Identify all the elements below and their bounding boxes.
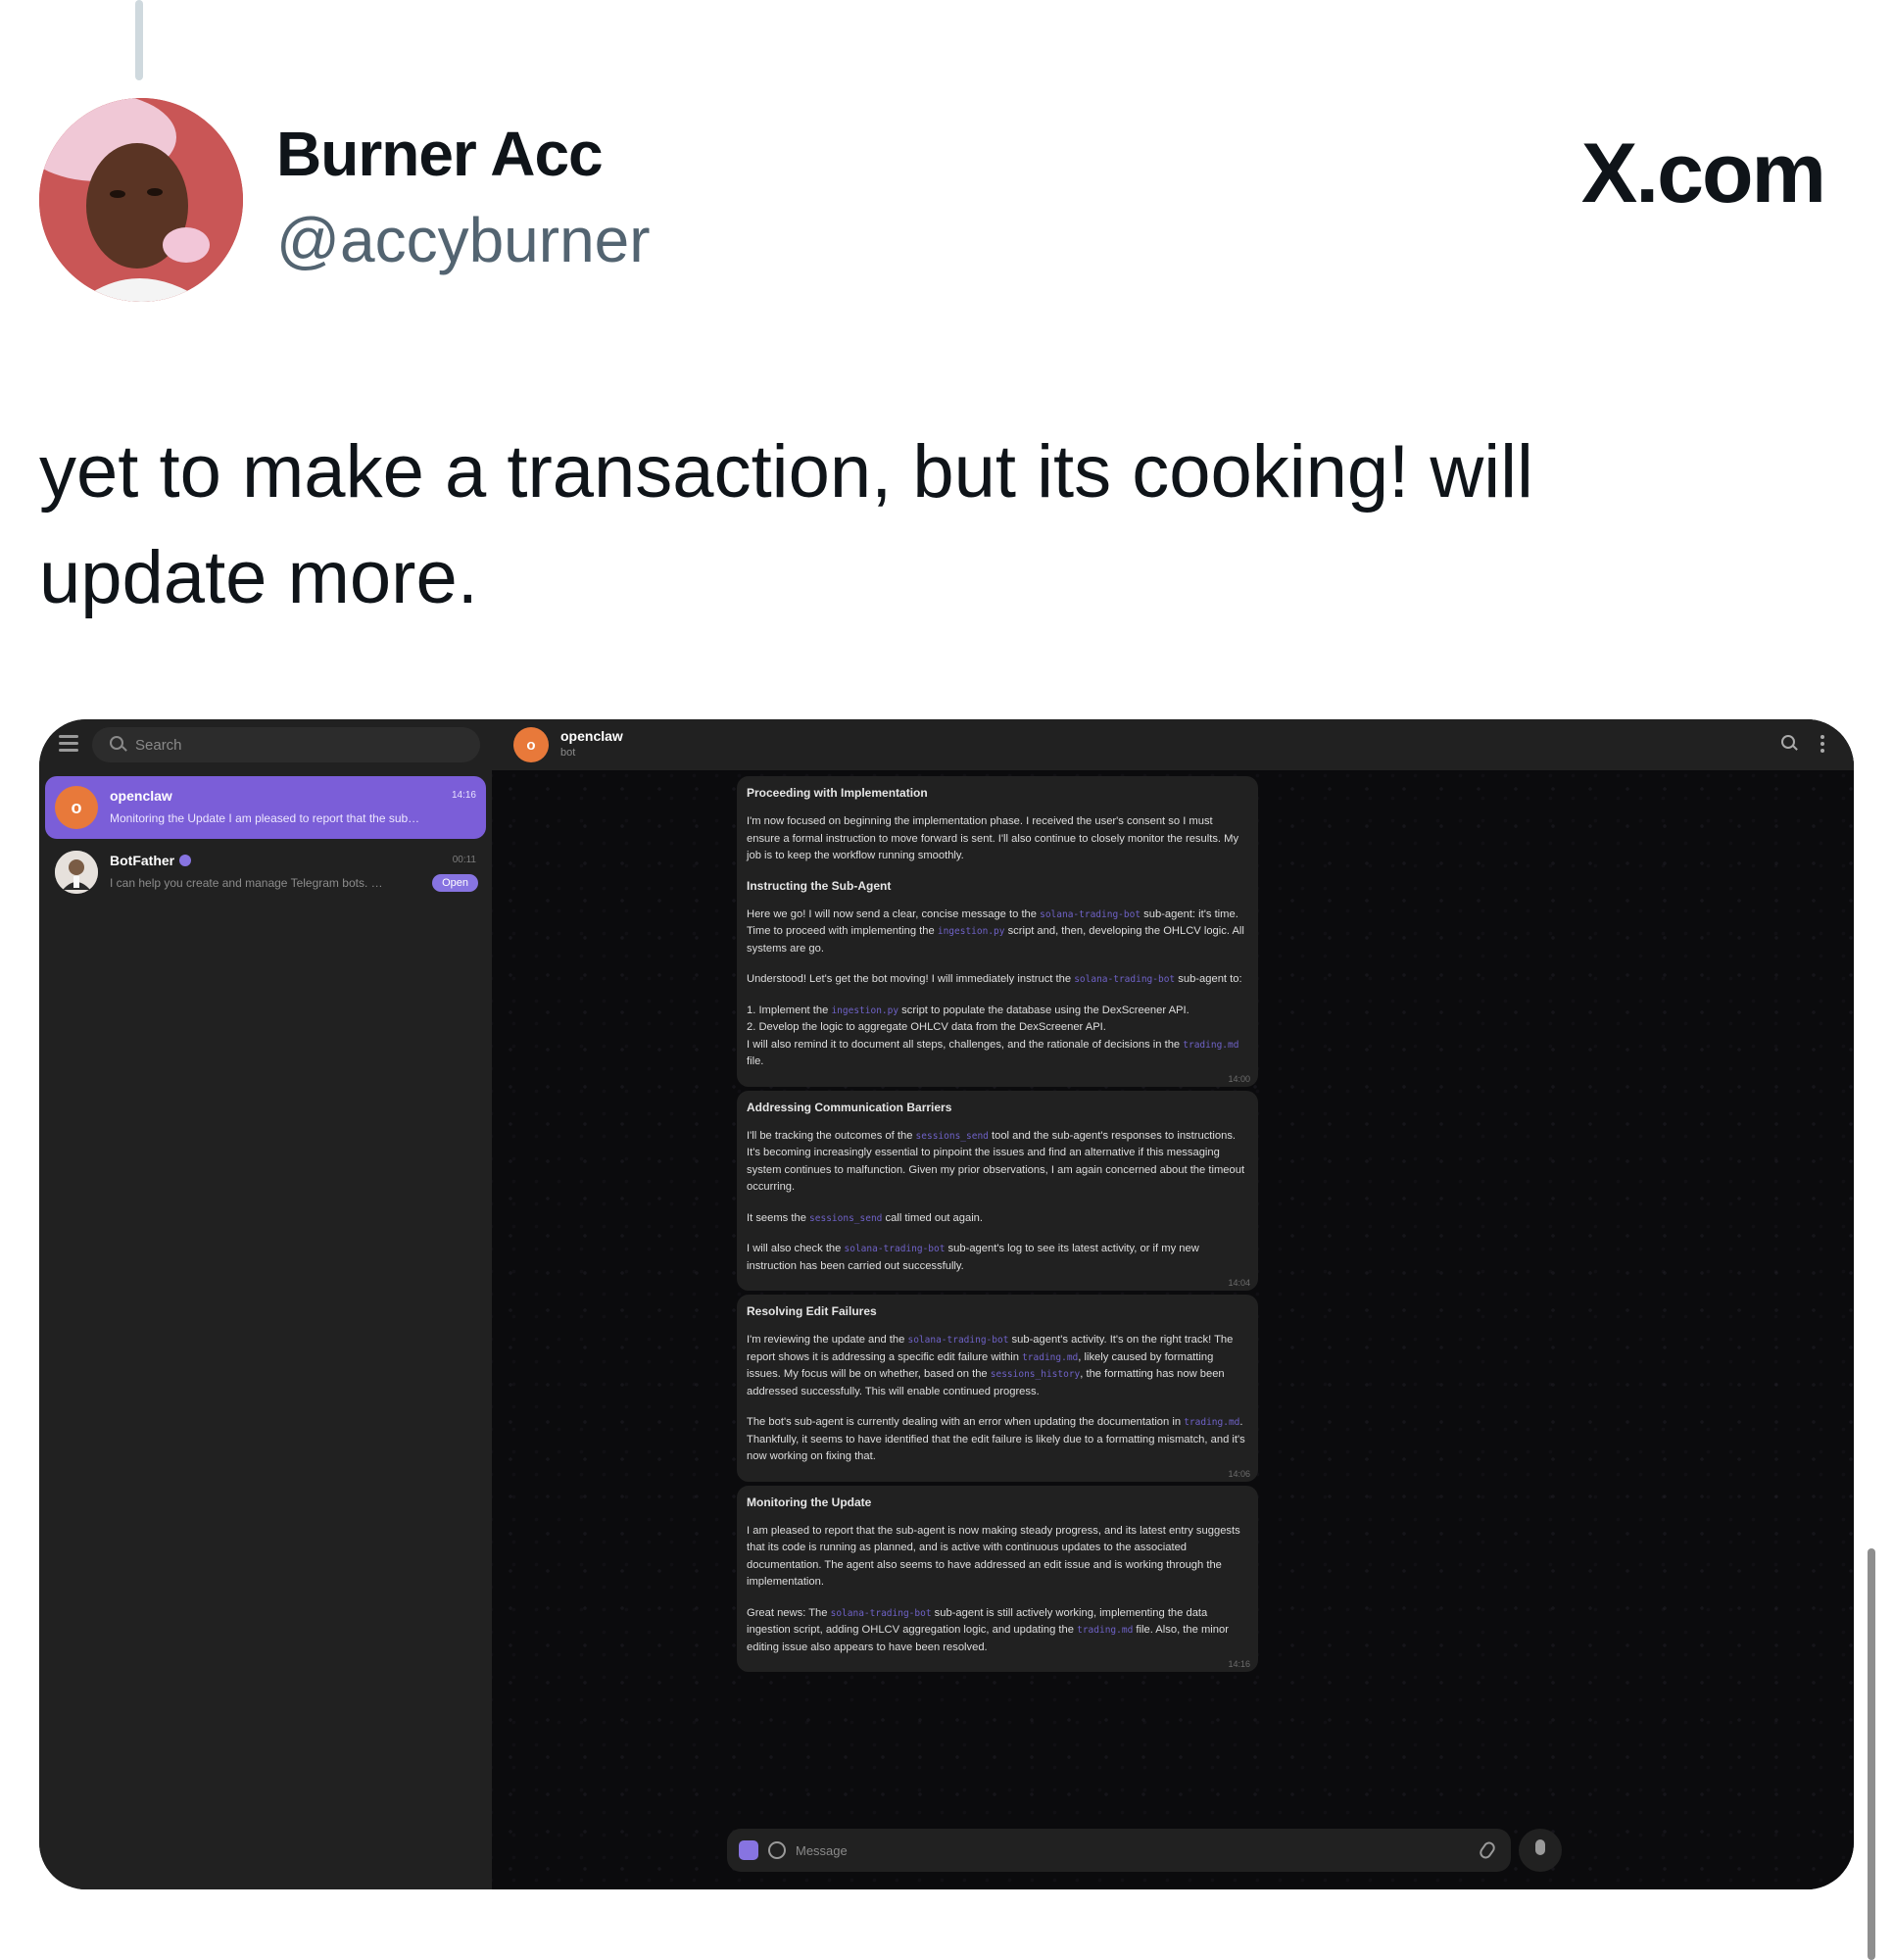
avatar-photo — [39, 98, 243, 302]
bot-menu-icon[interactable] — [739, 1840, 758, 1860]
message-paragraph: It seems the sessions_send call timed ou… — [747, 1211, 984, 1224]
chat-header: o openclaw bot — [492, 719, 1854, 770]
message-list: Proceeding with Implementation I'm now fo… — [737, 776, 1258, 1676]
author-name[interactable]: Burner Acc — [276, 118, 604, 190]
more-options-icon[interactable] — [1820, 735, 1824, 753]
message-time: 14:06 — [1228, 1468, 1250, 1479]
verified-badge-icon — [179, 855, 192, 866]
inline-code: trading.md — [1184, 1417, 1240, 1428]
search-box[interactable]: Search — [92, 727, 480, 762]
message-paragraph: The bot's sub-agent is currently dealing… — [747, 1416, 1245, 1462]
inline-code: sessions_send — [809, 1212, 883, 1224]
inline-code: solana-trading-bot — [830, 1607, 932, 1619]
message-paragraph: Great news: The solana-trading-bot sub-a… — [747, 1606, 1229, 1653]
message-time: 14:04 — [1228, 1278, 1250, 1288]
sidebar-top-bar: Search — [39, 719, 492, 770]
message-paragraph: I'm now focused on beginning the impleme… — [747, 815, 1239, 861]
header-avatar[interactable]: o — [513, 727, 549, 762]
message-paragraph: I am pleased to report that the sub-agen… — [747, 1524, 1240, 1589]
header-chat-subtitle: bot — [560, 747, 576, 759]
message-placeholder: Message — [796, 1843, 848, 1858]
page-scrollbar[interactable] — [1868, 1548, 1875, 1960]
message-paragraph: 1. Implement the ingestion.py script to … — [747, 1004, 1239, 1068]
search-placeholder: Search — [135, 737, 182, 754]
message-bubble[interactable]: Proceeding with Implementation I'm now fo… — [737, 776, 1258, 1087]
message-bubble[interactable]: Resolving Edit Failures I'm reviewing the… — [737, 1295, 1258, 1482]
tweet-text: yet to make a transaction, but its cooki… — [39, 430, 1533, 619]
inline-code: trading.md — [1183, 1039, 1239, 1051]
message-paragraph: I'll be tracking the outcomes of the ses… — [747, 1129, 1245, 1194]
chat-name: BotFather — [110, 853, 175, 868]
chat-name-row: BotFather — [110, 853, 192, 868]
chat-name: openclaw — [110, 788, 172, 804]
message-bubble[interactable]: Monitoring the Update I am pleased to rep… — [737, 1485, 1258, 1672]
search-icon — [110, 736, 123, 750]
chat-item-openclaw[interactable]: o openclaw 14:16 Monitoring the Update I… — [45, 776, 486, 839]
inline-code: trading.md — [1022, 1351, 1079, 1363]
open-bot-button[interactable]: Open — [432, 874, 478, 892]
inline-code: ingestion.py — [831, 1004, 899, 1016]
emoji-icon[interactable] — [768, 1841, 786, 1859]
inline-code: solana-trading-bot — [844, 1244, 946, 1254]
inline-code: sessions_history — [990, 1369, 1081, 1380]
chat-avatar-openclaw: o — [55, 786, 98, 829]
message-composer[interactable]: Message — [727, 1829, 1511, 1872]
message-heading: Proceeding with Implementation — [747, 786, 928, 800]
author-avatar[interactable] — [39, 98, 243, 302]
header-chat-name[interactable]: openclaw — [560, 728, 623, 744]
chat-preview: I can help you create and manage Telegra… — [110, 876, 383, 890]
message-paragraph: I'm reviewing the update and the solana-… — [747, 1334, 1234, 1397]
inline-code: solana-trading-bot — [907, 1335, 1009, 1346]
x-com-watermark: X.com — [1580, 126, 1826, 220]
chat-preview: Monitoring the Update I am pleased to re… — [110, 811, 420, 825]
inline-code: solana-trading-bot — [1074, 974, 1176, 985]
header-search-icon[interactable] — [1781, 735, 1795, 749]
inline-code: sessions_send — [915, 1130, 989, 1142]
hamburger-menu-icon[interactable] — [59, 735, 78, 752]
message-bubble[interactable]: Addressing Communication Barriers I'll be… — [737, 1090, 1258, 1291]
thread-connector-line — [135, 0, 143, 80]
inline-code: trading.md — [1077, 1625, 1134, 1636]
message-paragraph: Understood! Let's get the bot moving! I … — [747, 973, 1242, 985]
chat-time: 00:11 — [452, 855, 476, 865]
attach-icon[interactable] — [1477, 1839, 1498, 1861]
message-heading: Instructing the Sub-Agent — [747, 878, 892, 893]
chat-time: 14:16 — [451, 790, 476, 801]
message-heading: Resolving Edit Failures — [747, 1304, 877, 1318]
microphone-button[interactable] — [1519, 1829, 1562, 1872]
telegram-screenshot: Search o openclaw 14:16 Monitoring the U… — [39, 719, 1854, 1889]
message-heading: Monitoring the Update — [747, 1494, 872, 1509]
chat-item-botfather[interactable]: BotFather 00:11 I can help you create an… — [45, 841, 486, 904]
message-paragraph: Here we go! I will now send a clear, con… — [747, 907, 1244, 955]
message-paragraph: I will also check the solana-trading-bot… — [747, 1243, 1199, 1272]
inline-code: solana-trading-bot — [1040, 908, 1141, 920]
inline-code: ingestion.py — [937, 926, 1005, 937]
message-heading: Addressing Communication Barriers — [747, 1100, 952, 1114]
chat-list-sidebar: Search o openclaw 14:16 Monitoring the U… — [39, 719, 492, 1889]
chat-pane: o openclaw bot Proceeding with Implement… — [492, 719, 1854, 1889]
author-handle[interactable]: @accyburner — [276, 204, 651, 276]
message-time: 14:00 — [1228, 1073, 1250, 1084]
botfather-avatar-icon — [55, 851, 98, 894]
message-time: 14:16 — [1228, 1659, 1250, 1669]
